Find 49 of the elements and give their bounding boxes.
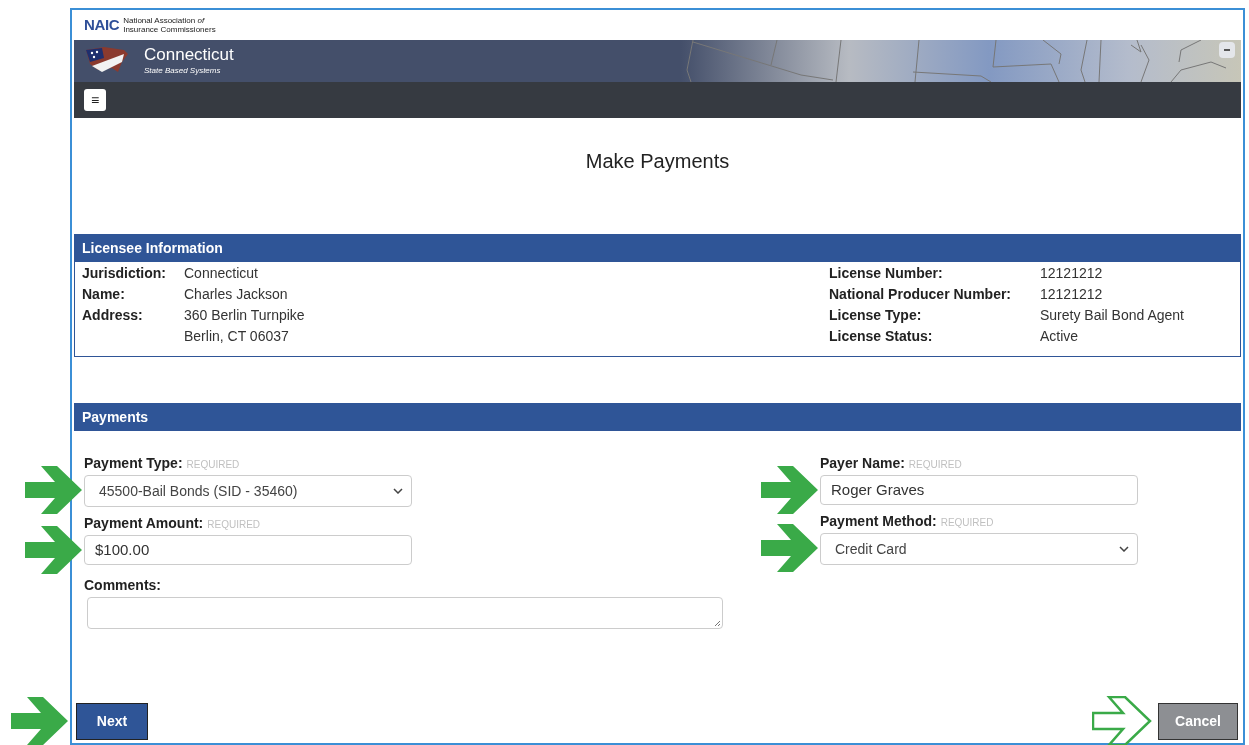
info-label: License Type: [829,306,923,325]
required-note: REQUIRED [908,458,962,472]
info-label: Name: [82,285,126,304]
banner-subtitle: State Based Systems [144,65,222,77]
required-note: REQUIRED [207,518,261,532]
field-label: Payment Amount: [84,514,204,533]
logo-name: National Association of [123,16,206,25]
field-label: Comments: [84,576,162,595]
comments-field[interactable] [87,597,723,629]
next-button[interactable]: Next [76,703,148,740]
info-value: 12121212 [1040,264,1104,283]
chevron-down-icon [393,488,403,494]
text-field[interactable]: $100.00 [84,535,412,565]
section-header: Licensee Information [74,234,1241,262]
arrow-icon [760,523,820,573]
chevron-down-icon [1119,546,1129,552]
arrow-icon [24,525,84,575]
info-value: Active [1040,327,1080,346]
info-label: Address: [82,306,144,325]
arrow-icon [1092,696,1152,745]
info-label: National Producer Number: [829,285,1013,304]
resize-handle-icon [714,620,721,627]
required-note: REQUIRED [186,458,240,472]
minimize-button[interactable] [1219,42,1235,58]
required-note: REQUIRED [940,516,994,530]
text-field[interactable]: Roger Graves [820,475,1138,505]
info-value: Charles Jackson [184,285,288,304]
section-header: Payments [74,403,1241,431]
field-label: Payment Type: [84,454,183,473]
info-label: License Status: [829,327,934,346]
info-value: 12121212 [1040,285,1104,304]
info-value: Surety Bail Bond Agent [1040,306,1185,325]
page-title: Make Payments [585,149,730,172]
state-name: Connecticut [144,45,234,65]
info-label: License Number: [829,264,944,283]
field-label: Payer Name: [820,454,905,473]
arrow-icon [10,696,70,745]
logo-name: Insurance Commissioners [123,25,216,34]
select-field[interactable]: 45500-Bail Bonds (SID - 35460) [84,475,412,507]
arrow-icon [760,465,820,515]
info-value: 360 Berlin Turnpike [184,306,305,325]
arrow-icon [24,465,84,515]
info-value: Berlin, CT 06037 [184,327,290,346]
logo-abbreviation: NAIC [84,14,120,35]
select-field[interactable]: Credit Card [820,533,1138,565]
menu-button[interactable]: ≡ [84,89,106,111]
info-label: Jurisdiction: [82,264,167,283]
field-label: Payment Method: [820,512,937,531]
info-value: Connecticut [184,264,258,283]
